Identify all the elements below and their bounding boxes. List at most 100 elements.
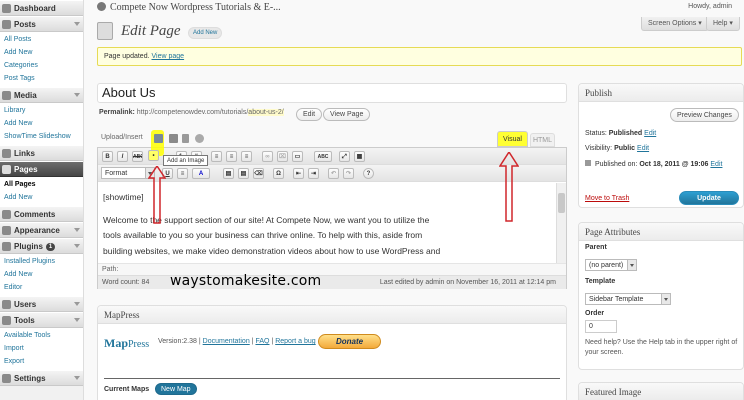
parent-select[interactable]: (no parent) [585,259,637,271]
redo-button[interactable]: ↷ [343,168,354,179]
publish-heading[interactable]: Publish [579,84,743,102]
view-page-link[interactable]: View page [152,53,185,60]
submenu-showtime-slideshow[interactable]: ShowTime Slideshow [0,130,83,143]
menu-dashboard[interactable]: Dashboard [0,0,83,16]
visibility-edit-link[interactable]: Edit [637,145,649,152]
align-right-button[interactable]: ≡ [241,151,252,162]
chevron-down-icon[interactable] [74,302,80,306]
status-edit-link[interactable]: Edit [644,130,656,137]
submenu-export[interactable]: Export [0,355,83,368]
menu-settings[interactable]: Settings [0,370,83,386]
faq-link[interactable]: FAQ [255,338,269,345]
permalink-edit-button[interactable]: Edit [296,108,323,121]
chevron-down-icon[interactable] [74,228,80,232]
bold-button[interactable]: B [102,151,113,162]
menu-tools[interactable]: Tools [0,312,83,328]
italic-button[interactable]: I [117,151,128,162]
editor-path: Path: [98,263,566,275]
menu-links[interactable]: Links [0,145,83,161]
chevron-down-icon[interactable] [74,93,80,97]
page-attributes-heading[interactable]: Page Attributes [579,223,743,241]
bullet-list-button[interactable]: • [148,150,159,161]
submenu-post-tags[interactable]: Post Tags [0,72,83,85]
submenu-add-new-media[interactable]: Add New [0,117,83,130]
editor-scrollbar[interactable] [556,183,566,263]
scrollbar-thumb[interactable] [558,193,565,213]
add-image-icon[interactable] [154,134,163,143]
menu-pages[interactable]: Pages [0,161,83,177]
spellcheck-button[interactable]: ABC [314,151,332,162]
paste-word-button[interactable]: ▤ [238,168,249,179]
move-to-trash-link[interactable]: Move to Trash [585,195,629,202]
submenu-library[interactable]: Library [0,104,83,117]
donate-button[interactable]: Donate [318,334,381,349]
editor-status-bar: Word count: 84 Last edited by admin on N… [98,275,566,289]
special-character-button[interactable]: Ω [273,168,284,179]
submenu-installed-plugins[interactable]: Installed Plugins [0,255,83,268]
submenu-categories[interactable]: Categories [0,59,83,72]
new-map-button[interactable]: New Map [155,383,197,395]
text-color-button[interactable]: A [192,168,210,179]
howdy-user[interactable]: Howdy, admin [688,3,732,10]
remove-format-button[interactable]: ⌫ [253,168,264,179]
justify-button[interactable]: ≡ [177,168,188,179]
help-button[interactable]: Help ▾ [706,17,740,31]
title-input[interactable]: About Us [97,83,567,103]
insert-more-button[interactable]: ▭ [292,151,303,162]
align-left-button[interactable]: ≡ [211,151,222,162]
align-center-button[interactable]: ≡ [226,151,237,162]
settings-icon [2,374,11,383]
chevron-down-icon[interactable] [74,244,80,248]
featured-image-heading[interactable]: Featured Image [579,383,743,400]
format-select[interactable]: Format [101,167,155,179]
report-bug-link[interactable]: Report a bug [275,338,315,345]
insert-link-button[interactable]: ∞ [262,151,273,162]
add-media-icon[interactable] [195,134,204,143]
order-input[interactable]: 0 [585,320,617,333]
submenu-all-posts[interactable]: All Posts [0,33,83,46]
screen-options-button[interactable]: Screen Options ▾ [641,17,709,31]
chevron-down-icon[interactable] [74,318,80,322]
plugins-submenu: Installed Plugins Add New Editor [0,254,83,296]
preview-changes-button[interactable]: Preview Changes [670,108,739,122]
undo-button[interactable]: ↶ [328,168,339,179]
chevron-down-icon[interactable] [74,376,80,380]
visual-tab[interactable]: Visual [497,131,528,147]
menu-appearance[interactable]: Appearance [0,222,83,238]
menu-users[interactable]: Users [0,296,83,312]
unlink-button[interactable]: ⌧ [277,151,288,162]
editor-content[interactable]: [showtime] Welcome to the support sectio… [98,183,556,263]
published-edit-link[interactable]: Edit [710,161,722,168]
menu-media[interactable]: Media [0,87,83,103]
kitchen-sink-button[interactable]: ▦ [354,151,365,162]
help-icon[interactable]: ? [363,168,374,179]
submenu-add-new-page[interactable]: Add New [0,191,83,204]
permalink-slug[interactable]: about-us-2/ [248,109,284,116]
paste-text-button[interactable]: ▤ [223,168,234,179]
menu-plugins[interactable]: Plugins 1 [0,238,83,254]
template-select[interactable]: Sidebar Template [585,293,671,305]
word-count: Word count: 84 [102,279,150,286]
view-page-button[interactable]: View Page [323,108,371,121]
add-new-page-button[interactable]: Add New [188,27,223,39]
html-tab[interactable]: HTML [530,133,555,147]
submenu-available-tools[interactable]: Available Tools [0,329,83,342]
site-title[interactable]: Compete Now Wordpress Tutorials & E-... [97,2,281,13]
submenu-import[interactable]: Import [0,342,83,355]
indent-button[interactable]: ⇥ [308,168,319,179]
add-audio-icon[interactable] [182,134,189,143]
update-button[interactable]: Update [679,191,739,205]
add-video-icon[interactable] [169,134,178,143]
submenu-all-pages[interactable]: All Pages [0,178,83,191]
submenu-editor[interactable]: Editor [0,281,83,294]
submenu-add-new-post[interactable]: Add New [0,46,83,59]
chevron-down-icon[interactable] [74,22,80,26]
menu-posts[interactable]: Posts [0,16,83,32]
mappress-heading[interactable]: MapPress [98,306,566,324]
documentation-link[interactable]: Documentation [203,338,250,345]
outdent-button[interactable]: ⇤ [293,168,304,179]
submenu-add-new-plugin[interactable]: Add New [0,268,83,281]
fullscreen-button[interactable]: ⤢ [339,151,350,162]
strikethrough-button[interactable]: ABC [132,151,143,162]
menu-comments[interactable]: Comments [0,206,83,222]
